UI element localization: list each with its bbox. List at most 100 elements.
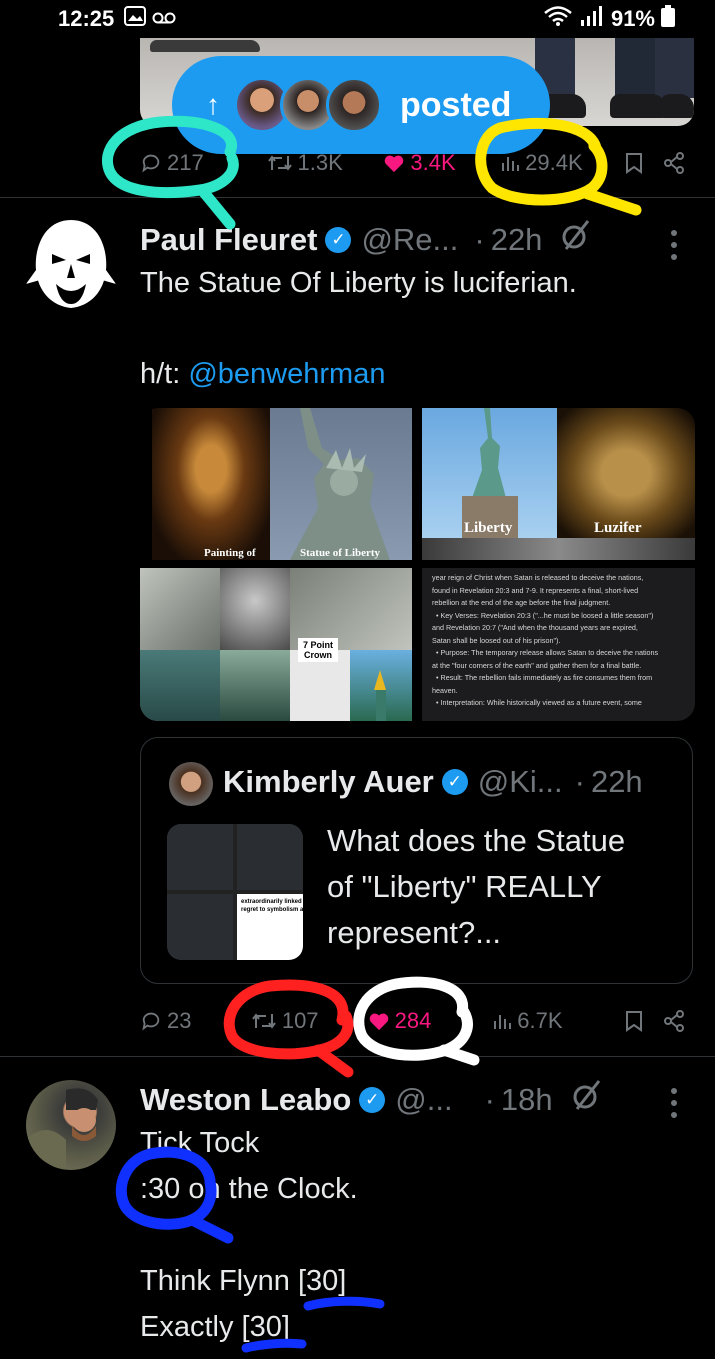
media-text-line: • Result: The rebellion fails immediatel…: [436, 673, 653, 682]
tweet-text: Tick Tock :30 on the Clock. Think Flynn …: [140, 1127, 358, 1343]
media-text-line: Satan shall be loosed out of his prison"…: [432, 635, 561, 645]
author-name[interactable]: Weston Leabo: [140, 1082, 351, 1118]
media-text-line: • Interpretation: While historically vie…: [436, 698, 642, 707]
repost-count: 107: [281, 1008, 319, 1033]
views-icon: [494, 1015, 512, 1029]
media-tile: [220, 650, 290, 721]
reply-button[interactable]: 217: [140, 150, 267, 176]
author-name[interactable]: Paul Fleuret: [140, 222, 317, 258]
views-button[interactable]: 29.4K: [500, 150, 617, 176]
tweet-header: Weston Leabo ✓ @... · 18h: [140, 1077, 605, 1122]
divider: [0, 1056, 715, 1057]
media-tile: [140, 650, 220, 721]
media-tile: [140, 568, 220, 650]
separator-dot: ·: [474, 221, 485, 257]
avatar[interactable]: [22, 214, 120, 312]
posted-avatars: [234, 77, 382, 133]
tweet-text: The Statue Of Liberty is luciferian.: [140, 260, 577, 306]
media-boot: [660, 94, 694, 118]
media-label: Liberty: [464, 520, 513, 536]
tweet-text: h/t: @benwehrman: [140, 351, 385, 397]
tweet-time[interactable]: 22h: [491, 222, 543, 258]
grok-icon[interactable]: [569, 1077, 605, 1122]
media-text-line: • Key Verses: Revelation 20:3 ("...he mu…: [436, 610, 654, 620]
tweet-text-line: The Statue Of Liberty is luciferian.: [140, 267, 577, 299]
media-label: Painting of: [204, 547, 256, 559]
mention-link[interactable]: @benwehrman: [188, 358, 385, 390]
quoted-tweet-card[interactable]: Kimberly Auer ✓ @Ki... · 22h extraordina…: [140, 737, 693, 984]
tweet-header: Paul Fleuret ✓ @Re... · 22h: [140, 217, 594, 262]
share-icon: [664, 1010, 684, 1032]
more-options-icon[interactable]: [668, 1086, 680, 1120]
like-count: 284: [394, 1008, 432, 1033]
media-label: Statue of Liberty: [300, 547, 381, 559]
media-text-line: heaven.: [432, 685, 458, 695]
share-button[interactable]: [663, 152, 685, 174]
voicemail-icon: [152, 8, 176, 31]
repost-button[interactable]: 1.3K: [267, 150, 384, 176]
new-posts-pill[interactable]: ↑ posted: [172, 56, 550, 154]
arrow-up-icon: ↑: [206, 89, 220, 120]
share-icon: [663, 152, 684, 174]
repost-icon: [267, 155, 292, 171]
verified-badge-icon: ✓: [359, 1086, 386, 1113]
status-bar: 12:25 91%: [0, 0, 715, 38]
media-label: Luzifer: [594, 520, 642, 536]
grok-icon[interactable]: [558, 217, 594, 262]
quote-header: Kimberly Auer ✓ @Ki... · 22h: [223, 764, 643, 800]
avatar[interactable]: [26, 1080, 116, 1170]
battery-icon: [661, 5, 675, 33]
like-button[interactable]: 3.4K: [383, 150, 500, 176]
bookmark-button[interactable]: [625, 1010, 643, 1032]
quote-time[interactable]: 22h: [591, 764, 643, 800]
thumb-tile: [167, 894, 233, 960]
verified-badge-icon: ✓: [441, 769, 468, 795]
bookmark-icon: [625, 153, 642, 174]
quote-thumbnail[interactable]: extraordinarily linked to satanic s regr…: [167, 824, 303, 960]
heart-icon: [369, 1013, 388, 1031]
image-icon: [124, 6, 147, 32]
media-text-line: found in Revelation 20:3 and 7-9. It rep…: [432, 585, 639, 595]
views-icon: [502, 157, 520, 171]
reply-count: 23: [167, 1008, 192, 1033]
media-tile: [350, 650, 412, 721]
avatar: [326, 77, 382, 133]
tweet-media-grid[interactable]: Painting of Statue of Liberty Liberty Lu…: [140, 408, 695, 721]
share-button[interactable]: [663, 1010, 685, 1032]
media-text-screenshot[interactable]: year reign of Christ when Satan is relea…: [422, 568, 695, 721]
wifi-icon: [543, 5, 573, 33]
thumb-tile: [237, 824, 303, 890]
quote-author-name[interactable]: Kimberly Auer: [223, 764, 434, 800]
reply-icon: [142, 154, 160, 173]
previous-tweet-actions: 217 1.3K 3.4K 29.4K: [140, 143, 685, 183]
separator-dot: ·: [574, 764, 585, 799]
media-image[interactable]: Liberty Luzifer: [422, 408, 695, 560]
bookmark-button[interactable]: [625, 152, 643, 174]
more-options-icon[interactable]: [668, 228, 680, 262]
repost-button[interactable]: 107: [251, 1008, 368, 1034]
media-image[interactable]: 7 Point Crown: [140, 568, 412, 721]
repost-icon: [252, 1013, 276, 1029]
repost-count: 1.3K: [297, 150, 343, 175]
views-button[interactable]: 6.7K: [492, 1008, 611, 1034]
media-shadow: [150, 40, 260, 52]
tweet-time[interactable]: 18h: [501, 1082, 553, 1118]
author-handle[interactable]: @Re...: [361, 222, 458, 258]
ht-prefix: h/t:: [140, 358, 189, 390]
reply-count: 217: [167, 150, 204, 175]
reply-icon: [142, 1012, 160, 1031]
luzifer-painting: [557, 408, 695, 538]
reply-button[interactable]: 23: [140, 1008, 251, 1034]
media-text-line: rebellion at the end of the age before t…: [432, 598, 611, 607]
media-strip: [422, 538, 695, 560]
media-image[interactable]: Painting of Statue of Liberty: [140, 408, 412, 560]
author-handle[interactable]: @...: [395, 1082, 452, 1118]
media-text-line: and Revelation 20:7 ("And when the thous…: [432, 623, 638, 632]
like-button[interactable]: 284: [368, 1008, 493, 1034]
painting-figure: [152, 408, 270, 560]
views-count: 29.4K: [525, 150, 583, 175]
statue-bg: [270, 408, 412, 560]
avatar[interactable]: [169, 762, 213, 806]
quote-author-handle[interactable]: @Ki...: [478, 764, 563, 800]
quote-text: What does the Statue of "Liberty" REALLY…: [327, 823, 626, 950]
